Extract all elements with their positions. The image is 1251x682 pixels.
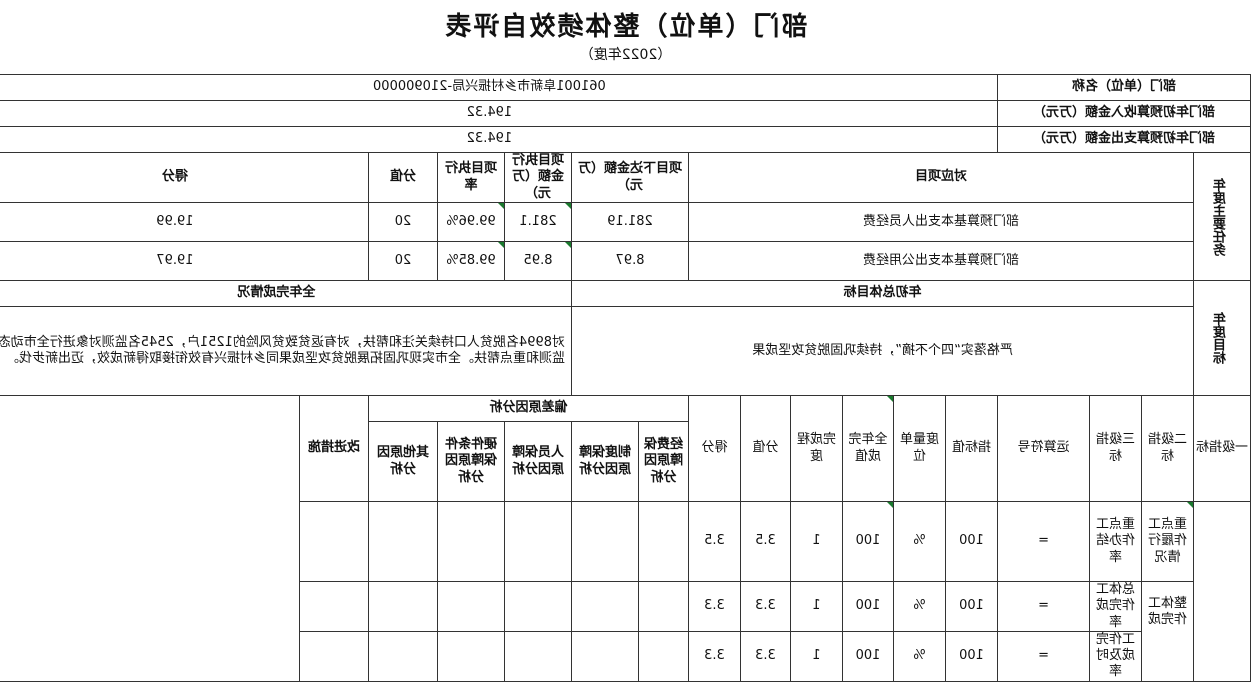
measures-cell xyxy=(299,631,369,681)
ind-header-degree: 完成程度 xyxy=(790,395,843,502)
goals-target-header: 年初总体目标 xyxy=(571,280,1194,307)
ind-header-deviation: 偏差原因分析 xyxy=(368,395,689,422)
task-project: 部门预算基本支出公用经费 xyxy=(688,241,1194,281)
indicator-name: 重点工作办结率 xyxy=(1089,501,1142,582)
indicator-op: = xyxy=(997,581,1090,632)
task-weight: 20 xyxy=(368,202,438,242)
report-year: （2022年度） xyxy=(579,47,672,63)
measures-cell xyxy=(299,581,369,632)
dev-cell xyxy=(571,631,639,681)
indicator-name: 总体工作完成率 xyxy=(1089,581,1142,632)
indicator-degree: 1 xyxy=(790,501,843,582)
level1-cell xyxy=(1193,501,1251,681)
ind-header-level1: 一级指标 xyxy=(1193,395,1251,502)
goals-done-header: 全年完成情况 xyxy=(0,280,572,307)
task-executed: 8.95 xyxy=(504,241,572,281)
dev-cell xyxy=(571,501,639,582)
dev-col-system: 制度保障原因分析 xyxy=(571,421,639,502)
indicator-degree: 1 xyxy=(790,581,843,632)
indicator-name: 工作完成及时率 xyxy=(1089,631,1142,681)
blank-cell xyxy=(0,395,300,681)
indicator-actual: 100 xyxy=(842,581,894,632)
dev-cell xyxy=(638,581,689,632)
income-label: 部门年初预算收入金额（万元） xyxy=(997,100,1251,127)
measures-cell xyxy=(299,501,369,582)
expense-value: 194.32 xyxy=(0,126,998,153)
dev-col-hardware: 硬件条件保障原因分析 xyxy=(437,421,505,502)
task-weight: 20 xyxy=(368,241,438,281)
ind-header-level2: 二级指标 xyxy=(1141,395,1194,502)
ind-header-target: 指标值 xyxy=(945,395,998,502)
tasks-header-project: 对应项目 xyxy=(688,152,1194,203)
tasks-header-weight: 分值 xyxy=(368,152,438,203)
report-title: 部门（单位）整体绩效自评表 xyxy=(443,12,808,42)
dev-cell xyxy=(504,631,572,681)
ind-header-unit: 度量单位 xyxy=(893,395,946,502)
task-rate: 99.85% xyxy=(437,241,505,281)
ind-header-weight: 分值 xyxy=(740,395,791,502)
tasks-header-executed: 项目执行金额（万元） xyxy=(504,152,572,203)
indicator-op: = xyxy=(997,631,1090,681)
indicator-weight: 3.3 xyxy=(740,631,791,681)
indicator-score: 3.5 xyxy=(688,501,741,582)
tasks-header-score: 得分 xyxy=(0,152,369,203)
mirrored-report: 部门（单位）整体绩效自评表 （2022年度） 部门（单位）名称 061001阜新… xyxy=(0,0,1251,681)
tasks-header-rate: 项目执行率 xyxy=(437,152,505,203)
ind-header-op: 运算符号 xyxy=(997,395,1090,502)
ind-header-actual: 全年完成值 xyxy=(842,395,894,502)
goals-target-text: 严格落实“四个不摘”，持续巩固脱贫攻坚成果 xyxy=(571,306,1194,396)
indicator-score: 3.3 xyxy=(688,581,741,632)
dev-col-funding: 经费保障原因分析 xyxy=(638,421,689,502)
task-allocated: 8.97 xyxy=(571,241,689,281)
dev-cell xyxy=(571,581,639,632)
tasks-section-label: 年度主要任务 xyxy=(1193,152,1251,281)
task-project: 部门预算基本支出人员经费 xyxy=(688,202,1194,242)
indicator-degree: 1 xyxy=(790,631,843,681)
dept-name-value: 061001阜新市乡村振兴局-210900000 xyxy=(0,74,998,101)
indicator-op: = xyxy=(997,501,1090,582)
indicator-target: 100 xyxy=(945,581,998,632)
expense-label: 部门年初预算支出金额（万元） xyxy=(997,126,1251,153)
indicator-weight: 3.5 xyxy=(740,501,791,582)
indicator-target: 100 xyxy=(945,631,998,681)
ind-header-measures: 改进措施 xyxy=(299,395,369,502)
indicator-unit: % xyxy=(893,501,946,582)
indicator-weight: 3.3 xyxy=(740,581,791,632)
task-score: 19.99 xyxy=(0,202,369,242)
dev-cell xyxy=(437,501,505,582)
tasks-header-allocated: 项目下达金额（万元） xyxy=(571,152,689,203)
dev-col-other: 其他原因分析 xyxy=(368,421,438,502)
dev-col-staff: 人员保障原因分析 xyxy=(504,421,572,502)
task-executed: 281.1 xyxy=(504,202,572,242)
dev-cell xyxy=(504,581,572,632)
dev-cell xyxy=(368,501,438,582)
dev-cell xyxy=(437,581,505,632)
goals-done-text: 对8994名脱贫人口持续关注和帮扶，对有返贫致贫风险的1251户，2545名监测… xyxy=(0,306,572,396)
level2-key-work: 重点工作履行情况 xyxy=(1141,501,1194,582)
indicator-unit: % xyxy=(893,631,946,681)
dept-name-label: 部门（单位）名称 xyxy=(997,74,1251,101)
task-allocated: 281.19 xyxy=(571,202,689,242)
dev-cell xyxy=(638,631,689,681)
goals-section-label: 年度目标 xyxy=(1193,280,1251,396)
ind-header-level3: 三级指标 xyxy=(1089,395,1142,502)
indicator-target: 100 xyxy=(945,501,998,582)
dev-cell xyxy=(504,501,572,582)
dev-cell xyxy=(437,631,505,681)
dev-cell xyxy=(368,581,438,632)
dev-cell xyxy=(638,501,689,582)
indicator-actual: 100 xyxy=(842,631,894,681)
level2-overall-work: 整体工作完成 xyxy=(1141,581,1194,681)
ind-header-score: 得分 xyxy=(688,395,741,502)
task-rate: 99.96% xyxy=(437,202,505,242)
income-value: 194.32 xyxy=(0,100,998,127)
dev-cell xyxy=(368,631,438,681)
indicator-unit: % xyxy=(893,581,946,632)
performance-table: 部门（单位）名称 061001阜新市乡村振兴局-210900000 部门年初预算… xyxy=(0,74,1251,682)
indicator-actual: 100 xyxy=(842,501,894,582)
task-score: 19.97 xyxy=(0,241,369,281)
indicator-score: 3.3 xyxy=(688,631,741,681)
